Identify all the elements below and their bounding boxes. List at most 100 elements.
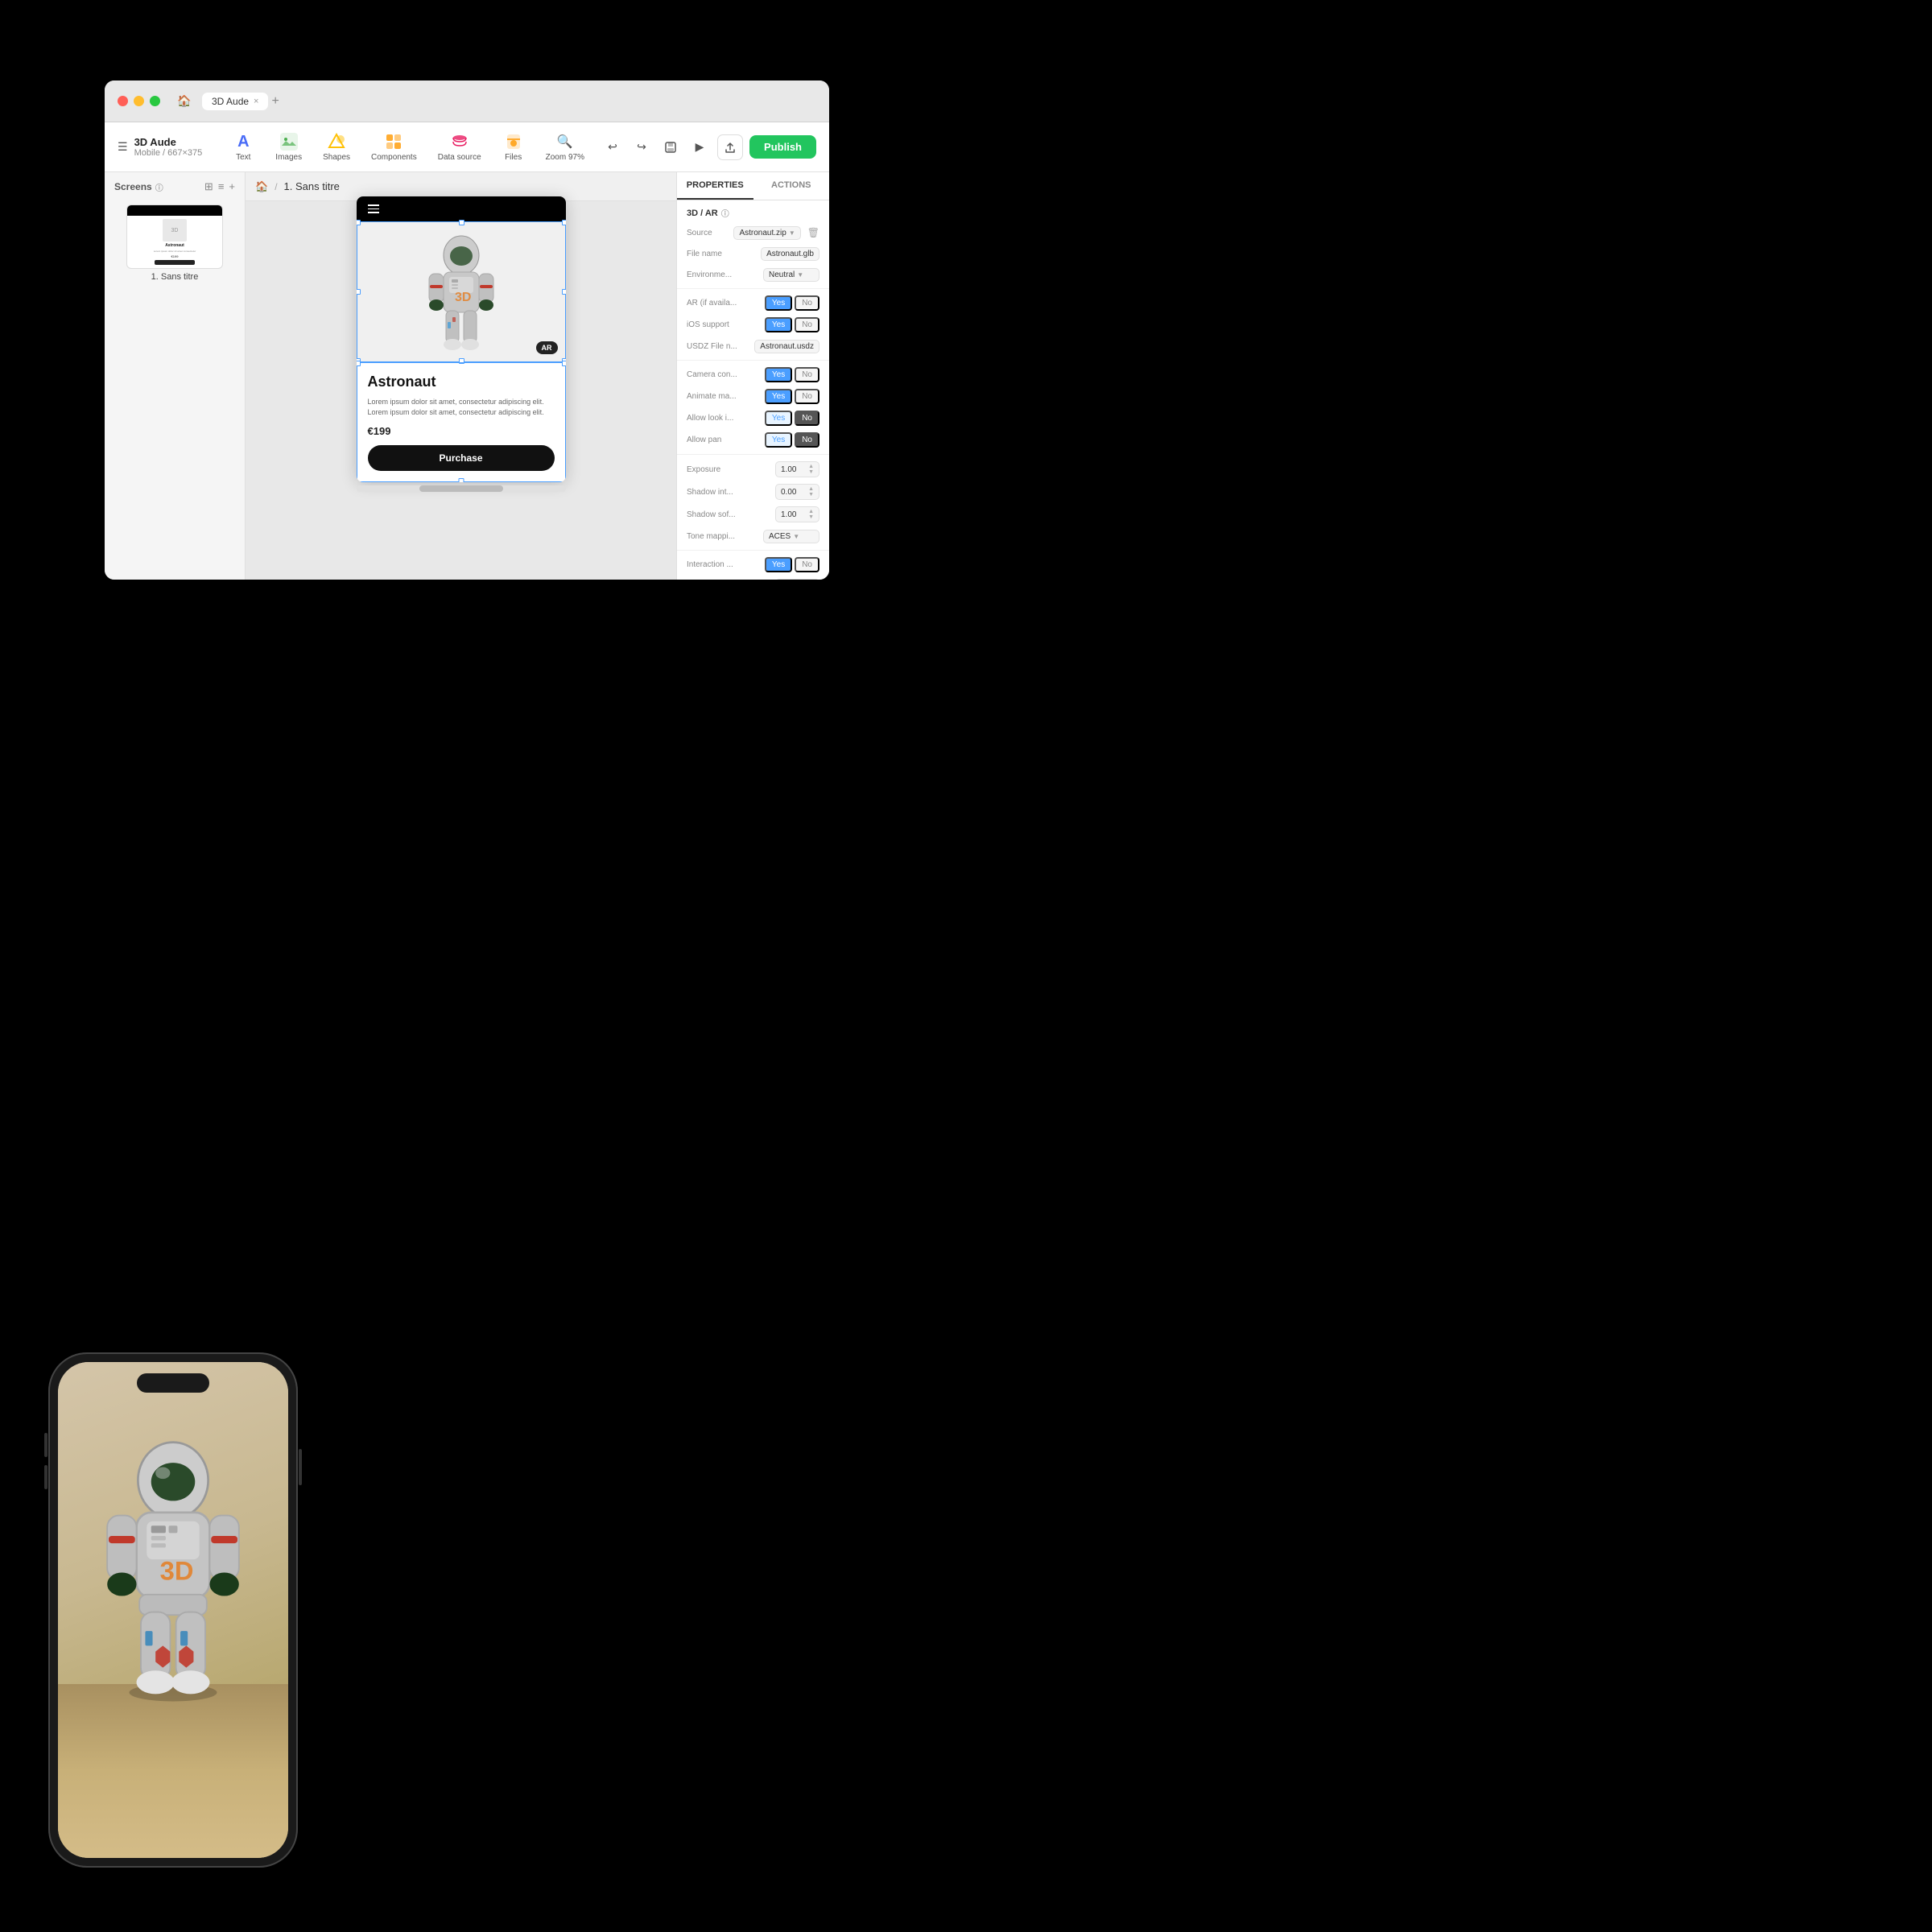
canvas-phone-screen: 3D AR (357, 196, 566, 482)
handle-top-center[interactable] (459, 220, 464, 225)
handle-top-right[interactable] (562, 220, 566, 225)
undo-button[interactable]: ↩ (601, 136, 624, 159)
environment-select-arrow: ▼ (797, 271, 803, 279)
tab-add-icon[interactable]: + (271, 94, 279, 109)
phone-notch (137, 1373, 209, 1393)
allowlook-yes-button[interactable]: Yes (765, 411, 792, 426)
prop-row-shadow-soft: Shadow sof... 1.00 ▲ ▼ (677, 503, 829, 526)
breadcrumb-home-icon[interactable]: 🏠 (255, 180, 268, 193)
environment-select[interactable]: Neutral ▼ (763, 268, 819, 282)
delay-input[interactable]: 3000 ▲ ▼ (775, 579, 819, 580)
prop-value-source: Astronaut.zip ▼ 🗑 (733, 226, 819, 240)
allowlook-no-button[interactable]: No (795, 411, 819, 426)
prop-label-interaction: Interaction ... (687, 560, 765, 569)
screens-controls: ⊞ ≡ + (204, 180, 235, 193)
ar-no-button[interactable]: No (795, 295, 819, 311)
power-button[interactable] (299, 1449, 302, 1485)
exposure-down[interactable]: ▼ (808, 469, 814, 475)
tab-properties[interactable]: PROPERTIES (677, 172, 753, 200)
prop-row-delay: Delay 3000 ▲ ▼ (677, 576, 829, 580)
screen-thumbnail[interactable]: 3D Astronaut Lorem ipsum dolor sit amet … (105, 200, 245, 287)
grid-view-button[interactable]: ⊞ (204, 180, 213, 193)
breadcrumb-page: 1. Sans titre (284, 180, 340, 192)
volume-down-button[interactable] (44, 1465, 47, 1489)
tonemapping-select[interactable]: ACES ▼ (763, 530, 819, 543)
camera-no-button[interactable]: No (795, 367, 819, 382)
prop-row-filename: File name Astronaut.glb (677, 243, 829, 264)
active-tab[interactable]: 3D Aude × (202, 93, 268, 110)
tool-components[interactable]: Components (361, 127, 427, 167)
tool-datasource[interactable]: Data source (428, 127, 491, 167)
files-tool-label: Files (505, 153, 522, 162)
shadow-soft-input[interactable]: 1.00 ▲ ▼ (775, 506, 819, 522)
animate-yes-button[interactable]: Yes (765, 389, 792, 404)
handle-middle-right[interactable] (562, 289, 566, 295)
ios-no-button[interactable]: No (795, 317, 819, 332)
prop-label-exposure: Exposure (687, 465, 775, 474)
share-button[interactable] (717, 134, 743, 160)
ios-yes-button[interactable]: Yes (765, 317, 792, 332)
shadow-int-input[interactable]: 0.00 ▲ ▼ (775, 484, 819, 500)
animate-no-button[interactable]: No (795, 389, 819, 404)
ar-toggle: Yes No (765, 295, 819, 311)
allowpan-no-button[interactable]: No (795, 432, 819, 448)
main-content: Screens ⓘ ⊞ ≡ + 3D Astronaut Lorem ipsum… (105, 172, 829, 580)
divider-4 (677, 550, 829, 551)
handle-middle-left[interactable] (357, 289, 361, 295)
exposure-input[interactable]: 1.00 ▲ ▼ (775, 461, 819, 477)
tab-actions[interactable]: ACTIONS (753, 172, 830, 200)
publish-button[interactable]: Publish (749, 135, 816, 159)
save-button[interactable] (659, 136, 682, 159)
tool-images[interactable]: Images (266, 127, 312, 167)
tab-close-icon[interactable]: × (254, 97, 258, 106)
prop-row-shadow-int: Shadow int... 0.00 ▲ ▼ (677, 481, 829, 503)
filename-field[interactable]: Astronaut.glb (761, 247, 819, 261)
prop-row-allowlook: Allow look i... Yes No (677, 407, 829, 429)
hamburger-nav-icon (368, 204, 379, 213)
screens-header: Screens ⓘ ⊞ ≡ + (105, 180, 245, 200)
tool-zoom[interactable]: 🔍 Zoom 97% (536, 127, 594, 167)
prop-label-shadow-soft: Shadow sof... (687, 510, 775, 519)
home-icon[interactable]: 🏠 (176, 93, 192, 109)
minimize-button[interactable] (134, 96, 144, 106)
redo-button[interactable]: ↪ (630, 136, 653, 159)
shadow-soft-up[interactable]: ▲ (808, 509, 814, 514)
camera-yes-button[interactable]: Yes (765, 367, 792, 382)
close-button[interactable] (118, 96, 128, 106)
canvas-area: 🏠 / 1. Sans titre (246, 172, 676, 580)
shadow-int-up[interactable]: ▲ (808, 486, 814, 492)
shadow-int-down[interactable]: ▼ (808, 492, 814, 497)
prop-value-filename: Astronaut.glb (761, 247, 819, 261)
interaction-no-button[interactable]: No (795, 557, 819, 572)
volume-up-button[interactable] (44, 1433, 47, 1457)
traffic-lights (118, 96, 160, 106)
allowpan-yes-button[interactable]: Yes (765, 432, 792, 448)
play-button[interactable]: ▶ (688, 136, 711, 159)
exposure-up[interactable]: ▲ (808, 464, 814, 469)
hamburger-menu-icon[interactable]: ☰ (118, 140, 128, 154)
source-select[interactable]: Astronaut.zip ▼ (733, 226, 800, 240)
scroll-thumb[interactable] (419, 485, 503, 492)
prop-label-usdz: USDZ File n... (687, 342, 754, 351)
prop-row-camera: Camera con... Yes No (677, 364, 829, 386)
divider-1 (677, 288, 829, 289)
tool-text[interactable]: A Text (222, 127, 264, 167)
app-name: 3D Aude (134, 136, 203, 148)
phone-3d-viewer[interactable]: 3D AR (357, 221, 566, 362)
handle-top-left[interactable] (357, 220, 361, 225)
usdz-field[interactable]: Astronaut.usdz (754, 340, 819, 353)
interaction-yes-button[interactable]: Yes (765, 557, 792, 572)
list-view-button[interactable]: ≡ (218, 180, 225, 193)
toolbar-right: ↩ ↪ ▶ Publish (601, 134, 816, 160)
shadow-soft-down[interactable]: ▼ (808, 514, 814, 520)
prop-label-animate: Animate ma... (687, 392, 765, 401)
tool-shapes[interactable]: Shapes (313, 127, 360, 167)
prop-value-environment: Neutral ▼ (763, 268, 819, 282)
source-trash-icon[interactable]: 🗑 (807, 227, 819, 238)
ar-yes-button[interactable]: Yes (765, 295, 792, 311)
maximize-button[interactable] (150, 96, 160, 106)
tool-files[interactable]: Files (493, 127, 535, 167)
add-screen-button[interactable]: + (229, 180, 235, 193)
properties-tabs: PROPERTIES ACTIONS (677, 172, 829, 200)
phone-purchase-button[interactable]: Purchase (368, 445, 555, 471)
